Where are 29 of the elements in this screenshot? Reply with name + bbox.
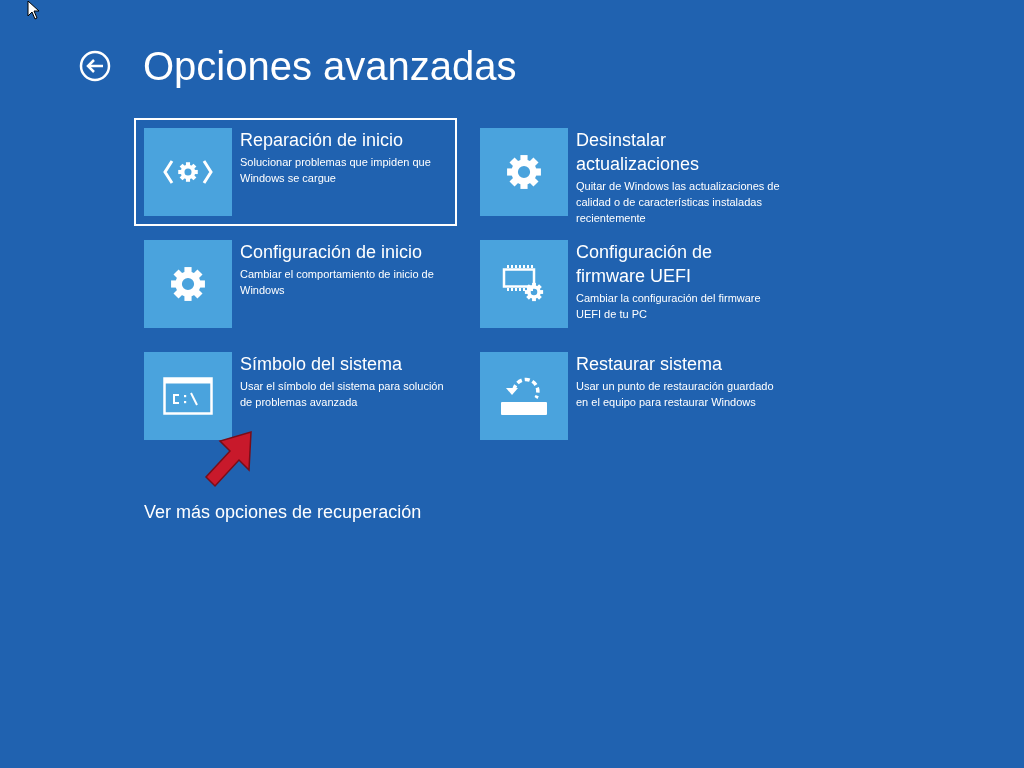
restore-drive-icon: [500, 376, 548, 416]
option-title: Desinstalar actualizaciones: [576, 129, 701, 176]
option-card[interactable]: Símbolo del sistema Usar el símbolo del sistema para solución de problemas avanzada: [134, 342, 457, 450]
option-title: Configuración de firmware UEFI: [576, 241, 714, 288]
option-description: Usar el símbolo del sistema para solución de problemas avanzada: [240, 379, 445, 410]
mouse-cursor-icon: [27, 0, 40, 20]
back-icon[interactable]: [79, 50, 111, 82]
option-card[interactable]: Desinstalar actualizaciones Quitar de Windows las actualizaciones de calidad o de características instaladas recientemente: [470, 118, 793, 226]
command-prompt-icon: [163, 377, 213, 415]
page-title: Opciones avanzadas: [143, 43, 517, 90]
option-description: Quitar de Windows las actualizaciones de calidad o de características instaladas recientemente: [576, 179, 781, 226]
gear-icon: [504, 152, 544, 192]
arrow-icon: [203, 430, 255, 488]
option-title: Símbolo del sistema: [240, 353, 404, 376]
option-description: Cambiar el comportamiento de inicio de Windows: [240, 267, 435, 298]
option-title: Reparación de inicio: [240, 129, 405, 152]
option-title: Restaurar sistema: [576, 353, 724, 376]
option-description: Cambiar la configuración del firmware UEFI de tu PC: [576, 291, 762, 322]
option-card[interactable]: Configuración de firmware UEFI Cambiar la configuración del firmware UEFI de tu PC: [470, 230, 793, 338]
option-description: Usar un punto de restauración guardado en el equipo para restaurar Windows: [576, 379, 775, 410]
option-card[interactable]: Configuración de inicio Cambiar el comportamiento de inicio de Windows: [134, 230, 457, 338]
option-card[interactable]: Restaurar sistema Usar un punto de restauración guardado en el equipo para restaurar Windows: [470, 342, 793, 450]
option-card[interactable]: Reparación de inicio Solucionar problemas que impiden que Windows se cargue: [134, 118, 457, 226]
chip-gear-icon: [502, 265, 546, 303]
repair-gear-icon: [163, 159, 213, 185]
more-options-link[interactable]: Ver más opciones de recuperación: [144, 500, 422, 524]
option-title: Configuración de inicio: [240, 241, 424, 264]
option-description: Solucionar problemas que impiden que Windows se cargue: [240, 155, 432, 186]
gear-icon: [168, 264, 208, 304]
